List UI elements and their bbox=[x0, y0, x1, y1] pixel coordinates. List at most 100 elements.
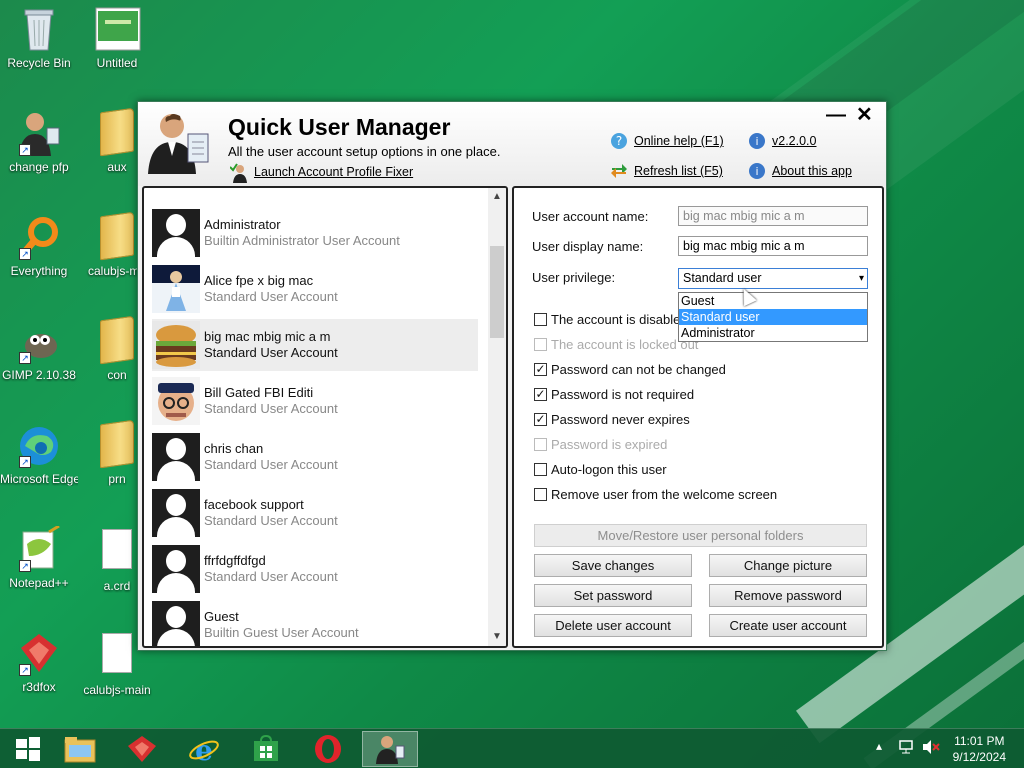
r3dfox-icon bbox=[128, 736, 156, 762]
speaker-muted-icon[interactable] bbox=[922, 739, 940, 758]
user-list-item[interactable]: chris chan Standard User Account bbox=[152, 431, 478, 483]
privilege-option-standard-user[interactable]: Standard user bbox=[679, 309, 867, 325]
svg-text:e: e bbox=[195, 734, 213, 765]
checkmark-icon[interactable]: ✓ bbox=[534, 388, 547, 401]
desktop-icon-change-pfp[interactable]: ↗ change pfp bbox=[0, 110, 78, 174]
user-list-item[interactable]: ffrfdgffdfgd Standard User Account bbox=[152, 543, 478, 595]
user-list-item[interactable]: Alice fpe x big mac Standard User Account bbox=[152, 263, 478, 315]
checkbox-password-expired: Password is expired bbox=[534, 437, 667, 452]
desktop-icon-microsoft-edge[interactable]: ↗ Microsoft Edge bbox=[0, 422, 78, 486]
desktop-icon-everything[interactable]: ↗ Everything bbox=[0, 214, 78, 278]
checkbox-account-disabled[interactable]: The account is disabled bbox=[534, 312, 688, 327]
remove-password-button[interactable]: Remove password bbox=[709, 584, 867, 607]
burger-avatar-icon bbox=[152, 321, 200, 369]
taskbar-r3dfox[interactable] bbox=[114, 731, 170, 767]
user-list-item[interactable]: Guest Builtin Guest User Account bbox=[152, 599, 478, 646]
taskbar-opera[interactable] bbox=[300, 731, 356, 767]
taskbar-quick-user-manager[interactable] bbox=[362, 731, 418, 767]
checkbox-account-locked-out: The account is locked out bbox=[534, 337, 698, 352]
user-check-icon bbox=[229, 163, 248, 183]
profile-fixer-link[interactable]: Launch Account Profile Fixer bbox=[229, 163, 413, 183]
privilege-option-administrator[interactable]: Administrator bbox=[679, 325, 867, 341]
wallpaper-highlight bbox=[863, 464, 1024, 768]
user-list-item[interactable]: facebook support Standard User Account bbox=[152, 487, 478, 539]
desktop-icon-gimp[interactable]: ↗ GIMP 2.10.38 bbox=[0, 318, 78, 382]
scroll-thumb[interactable] bbox=[490, 246, 504, 338]
user-list[interactable]: Administrator Builtin Administrator User … bbox=[144, 188, 488, 646]
quick-user-manager-window: Quick User Manager All the user account … bbox=[137, 101, 887, 651]
checkbox-password-never-expires[interactable]: ✓ Password never expires bbox=[534, 412, 690, 427]
user-type: Standard User Account bbox=[204, 513, 338, 528]
account-name-field bbox=[678, 206, 868, 226]
checkbox-label: Password can not be changed bbox=[551, 362, 726, 377]
checkbox-remove-from-welcome[interactable]: Remove user from the welcome screen bbox=[534, 487, 777, 502]
checkbox-password-cannot-change[interactable]: ✓ Password can not be changed bbox=[534, 362, 726, 377]
user-manager-icon: ↗ bbox=[17, 110, 61, 156]
desktop-icon-notepad-plus-plus[interactable]: ↗ Notepad++ bbox=[0, 524, 78, 590]
display-name-field[interactable] bbox=[678, 236, 868, 256]
user-list-item[interactable]: Bill Gated FBI Editi Standard User Accoun… bbox=[152, 375, 478, 427]
privilege-select[interactable]: Standard user ▾ bbox=[678, 268, 868, 289]
recycle-bin-icon bbox=[17, 6, 61, 52]
change-picture-button[interactable]: Change picture bbox=[709, 554, 867, 577]
default-avatar-icon bbox=[152, 489, 200, 537]
shortcut-arrow-icon: ↗ bbox=[19, 248, 31, 260]
create-user-button[interactable]: Create user account bbox=[709, 614, 867, 637]
user-name: chris chan bbox=[204, 441, 264, 456]
refresh-list-link[interactable]: Refresh list (F5) bbox=[610, 162, 723, 180]
checkbox-password-not-required[interactable]: ✓ Password is not required bbox=[534, 387, 694, 402]
user-type: Standard User Account bbox=[204, 345, 338, 360]
checkbox-label: Password never expires bbox=[551, 412, 690, 427]
info-icon: i bbox=[748, 132, 766, 150]
checkbox-box[interactable] bbox=[534, 488, 547, 501]
clock-time: 11:01 PM bbox=[954, 734, 1005, 748]
taskbar-store[interactable] bbox=[238, 731, 294, 767]
about-link[interactable]: i About this app bbox=[748, 162, 852, 180]
delete-user-button[interactable]: Delete user account bbox=[534, 614, 692, 637]
alice-avatar-icon bbox=[152, 265, 200, 313]
checkbox-auto-logon[interactable]: Auto-logon this user bbox=[534, 462, 667, 477]
taskbar-file-explorer[interactable] bbox=[52, 731, 108, 767]
checkmark-icon[interactable]: ✓ bbox=[534, 413, 547, 426]
internet-explorer-icon: e bbox=[189, 734, 219, 765]
privilege-option-guest[interactable]: Guest bbox=[679, 293, 867, 309]
checkbox-box bbox=[534, 438, 547, 451]
checkmark-icon[interactable]: ✓ bbox=[534, 363, 547, 376]
save-changes-button[interactable]: Save changes bbox=[534, 554, 692, 577]
user-list-item[interactable]: Administrator Builtin Administrator User … bbox=[152, 207, 478, 259]
online-help-link[interactable]: ? Online help (F1) bbox=[610, 132, 724, 150]
taskbar-internet-explorer[interactable]: e bbox=[176, 731, 232, 767]
window-header: Quick User Manager All the user account … bbox=[138, 102, 886, 186]
file-icon bbox=[95, 529, 139, 575]
set-password-button[interactable]: Set password bbox=[534, 584, 692, 607]
desktop-icon-recycle-bin[interactable]: Recycle Bin bbox=[0, 6, 78, 70]
display-name-label: User display name: bbox=[532, 239, 644, 254]
scroll-down-icon[interactable]: ▼ bbox=[488, 628, 506, 646]
start-button[interactable] bbox=[0, 731, 56, 767]
user-name: Alice fpe x big mac bbox=[204, 273, 314, 288]
system-clock[interactable]: 11:01 PM 9/12/2024 bbox=[953, 733, 1006, 765]
user-type: Builtin Administrator User Account bbox=[204, 233, 400, 248]
user-list-item-selected[interactable]: big mac mbig mic a m Standard User Accoun… bbox=[152, 319, 478, 371]
desktop-icon-untitled[interactable]: Untitled bbox=[78, 6, 156, 70]
show-hidden-icons-button[interactable]: ▴ bbox=[876, 739, 882, 753]
opera-icon bbox=[315, 735, 341, 763]
shortcut-arrow-icon: ↗ bbox=[19, 144, 31, 156]
checkbox-box[interactable] bbox=[534, 463, 547, 476]
notepad-plus-plus-icon: ↗ bbox=[17, 524, 61, 572]
checkbox-box[interactable] bbox=[534, 313, 547, 326]
scroll-up-icon[interactable]: ▲ bbox=[488, 188, 506, 206]
minimize-button[interactable]: — bbox=[826, 104, 846, 127]
desktop-icon-r3dfox[interactable]: ↗ r3dfox bbox=[0, 630, 78, 694]
network-icon[interactable] bbox=[898, 739, 914, 758]
user-list-scrollbar[interactable]: ▲ ▼ bbox=[488, 188, 506, 646]
checkbox-label: Auto-logon this user bbox=[551, 462, 667, 477]
user-type: Standard User Account bbox=[204, 401, 338, 416]
folder-icon bbox=[95, 315, 139, 365]
version-link[interactable]: i v2.2.0.0 bbox=[748, 132, 816, 150]
info-icon: i bbox=[748, 162, 766, 180]
privilege-dropdown: Guest Standard user Administrator bbox=[678, 292, 868, 342]
close-button[interactable]: ✕ bbox=[856, 102, 873, 127]
online-help-label: Online help (F1) bbox=[634, 134, 724, 148]
user-list-panel: Administrator Builtin Administrator User … bbox=[142, 186, 508, 648]
